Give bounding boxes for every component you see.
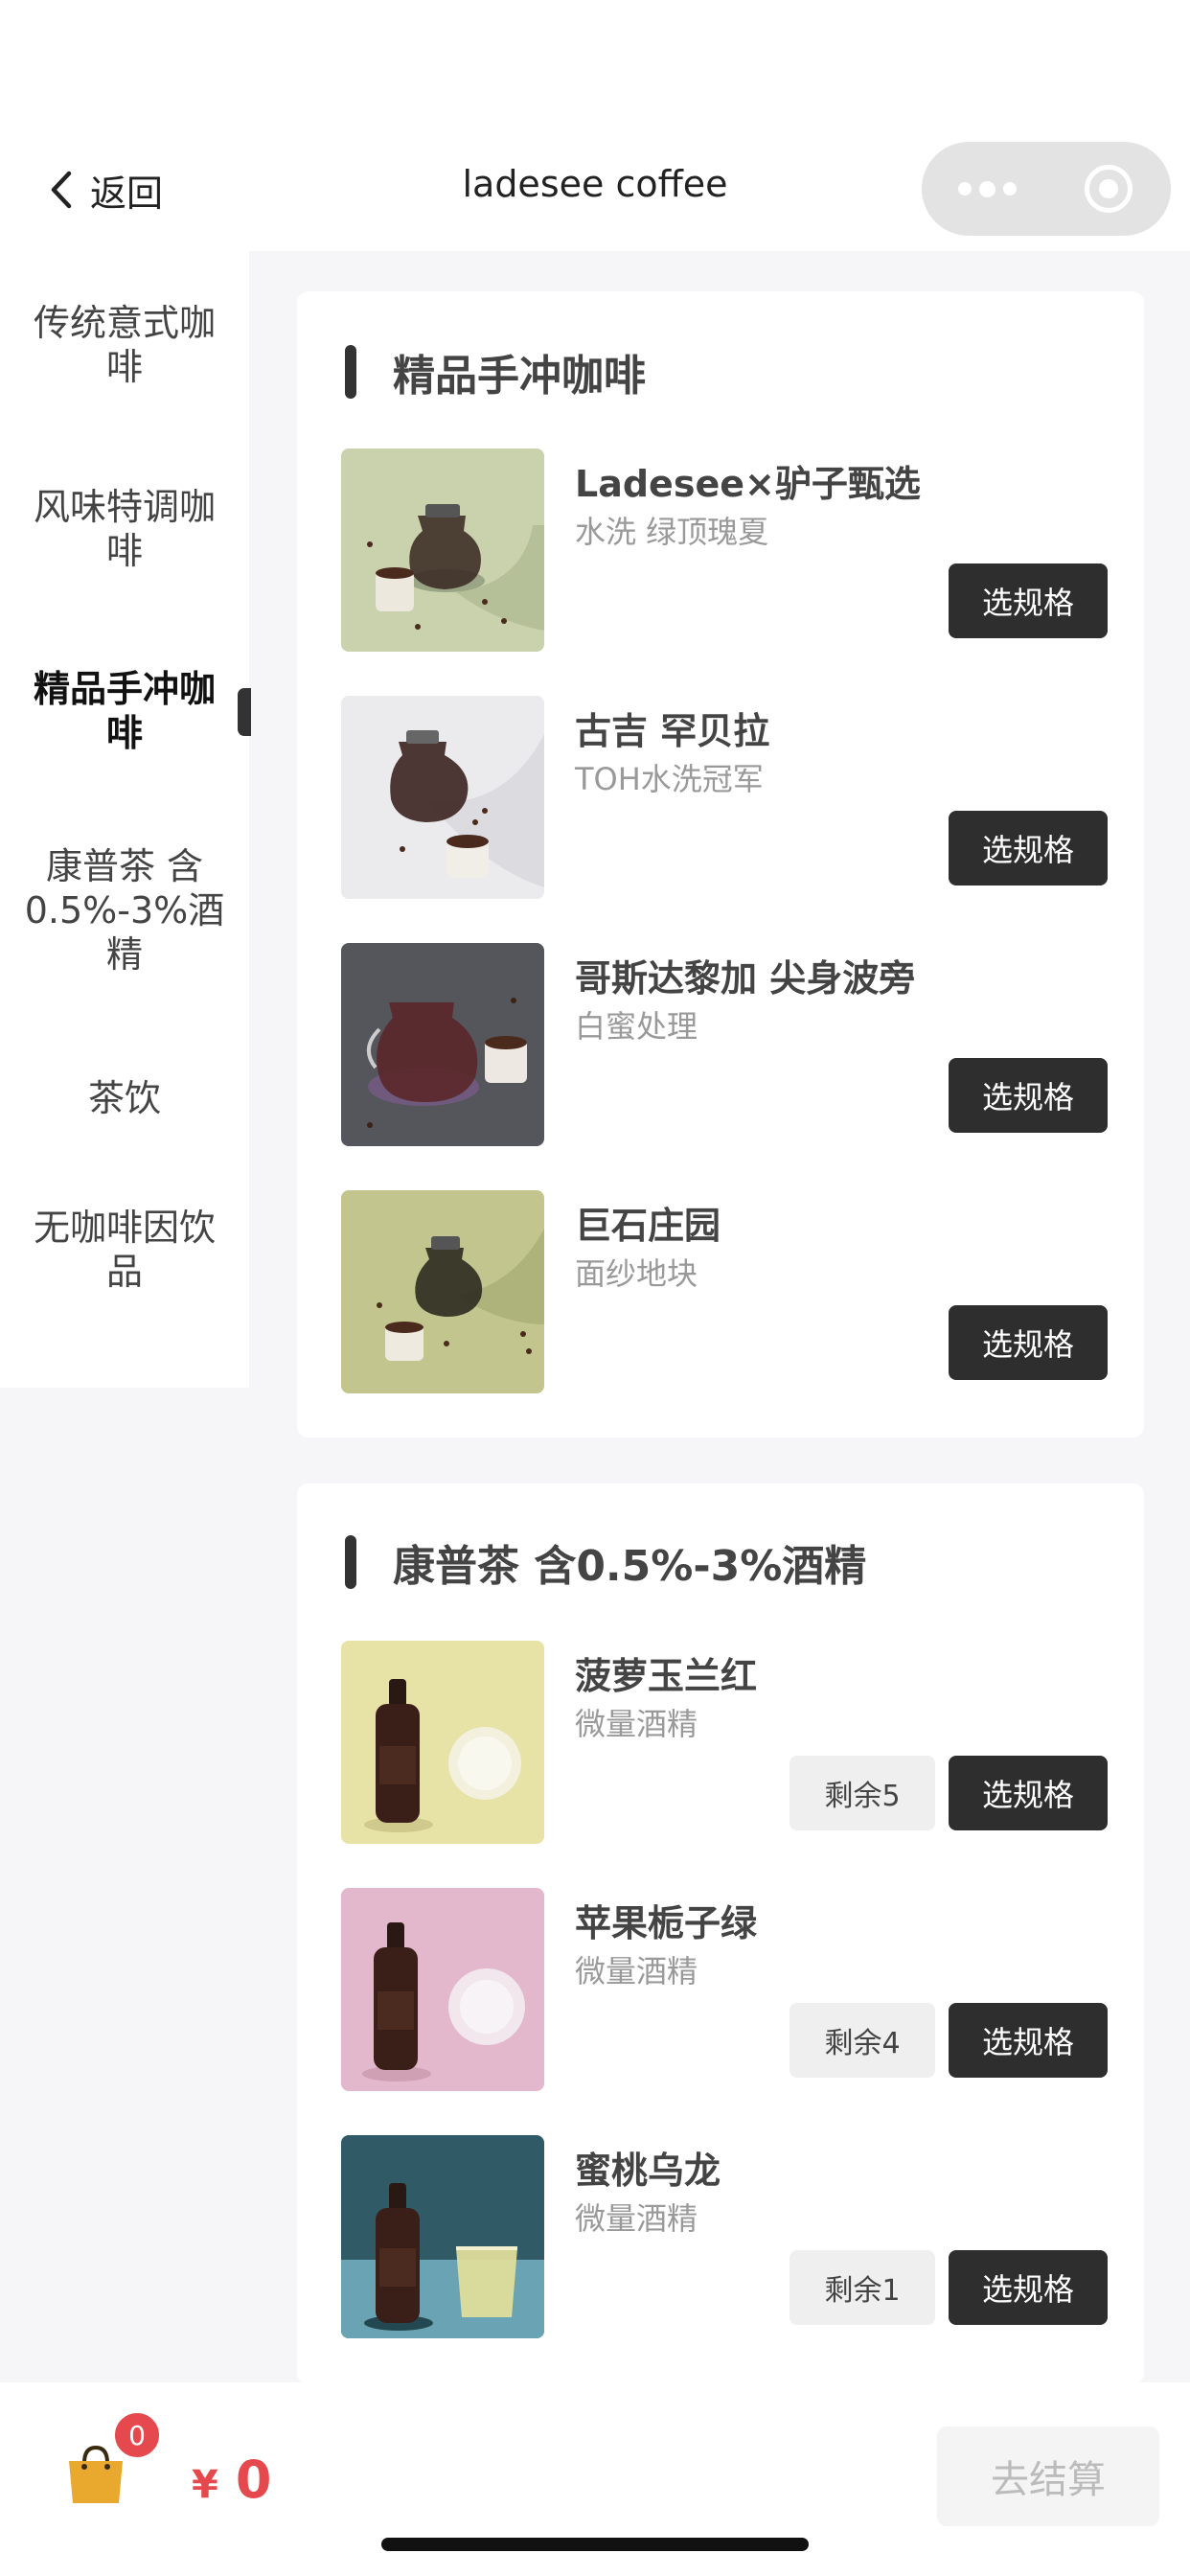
sidebar-item-pourover-coffee[interactable]: 精品手冲咖啡 — [0, 644, 249, 778]
currency-symbol: ¥ — [192, 2463, 218, 2507]
product-name: 巨石庄园 — [575, 1205, 721, 1247]
product-desc: 水洗 绿顶瑰夏 — [575, 514, 769, 550]
product-image — [341, 1190, 544, 1393]
product-name: 蜜桃乌龙 — [575, 2150, 721, 2192]
product-item[interactable]: 巨石庄园 面纱地块 选规格 — [341, 1190, 1108, 1393]
select-spec-button[interactable]: 选规格 — [949, 564, 1108, 638]
section-title: 精品手冲咖啡 — [345, 341, 646, 402]
section-title: 康普茶 含0.5%-3%酒精 — [345, 1531, 866, 1593]
category-sidebar: 传统意式咖啡 风味特调咖啡 精品手冲咖啡 康普茶 含0.5%-3%酒精 茶饮 无… — [0, 251, 251, 1388]
product-item[interactable]: 菠萝玉兰红 微量酒精 剩余5 选规格 — [341, 1641, 1108, 1844]
section-title-text: 精品手冲咖啡 — [393, 352, 646, 401]
more-icon[interactable] — [958, 142, 1017, 236]
select-spec-button[interactable]: 选规格 — [949, 1058, 1108, 1133]
sidebar-item-label: 传统意式咖啡 — [33, 302, 216, 388]
product-name: 苹果栀子绿 — [575, 1902, 758, 1944]
product-section-card: 精品手冲咖啡 Ladesee×驴子甄选 水洗 绿顶瑰夏 选规格 古吉 罕贝拉 T… — [297, 291, 1144, 1438]
stock-remaining-badge: 剩余1 — [790, 2250, 935, 2325]
product-image — [341, 2135, 544, 2338]
product-image — [341, 1641, 544, 1844]
close-target-icon[interactable] — [1085, 165, 1133, 213]
sidebar-item-label: 精品手冲咖啡 — [33, 668, 216, 754]
product-desc: 微量酒精 — [575, 1953, 698, 1990]
product-desc: 面纱地块 — [575, 1255, 698, 1292]
cart-bar: 0 ¥ 0 去结算 — [0, 2382, 1190, 2576]
top-navigation-bar: 返回 ladesee coffee — [0, 0, 1190, 251]
sidebar-item-label: 茶饮 — [87, 1077, 161, 1119]
product-image — [341, 1888, 544, 2091]
sidebar-item-label: 无咖啡因饮品 — [33, 1207, 216, 1293]
product-item[interactable]: 苹果栀子绿 微量酒精 剩余4 选规格 — [341, 1888, 1108, 2091]
product-image — [341, 943, 544, 1146]
cart-count-badge: 0 — [111, 2409, 163, 2461]
section-title-text: 康普茶 含0.5%-3%酒精 — [393, 1542, 867, 1591]
sidebar-item-label: 康普茶 含0.5%-3%酒精 — [24, 845, 225, 976]
miniprogram-capsule — [922, 142, 1171, 236]
sidebar-item-kombucha[interactable]: 康普茶 含0.5%-3%酒精 — [0, 824, 249, 997]
checkout-button[interactable]: 去结算 — [937, 2426, 1159, 2526]
product-desc: 微量酒精 — [575, 1706, 698, 1742]
product-item[interactable]: 哥斯达黎加 尖身波旁 白蜜处理 选规格 — [341, 943, 1108, 1146]
stock-remaining-badge: 剩余5 — [790, 1756, 935, 1830]
product-image — [341, 448, 544, 652]
product-image — [341, 696, 544, 899]
product-desc: TOH水洗冠军 — [575, 761, 764, 797]
total-amount: 0 — [235, 2450, 272, 2510]
cart-total: ¥ 0 — [192, 2450, 271, 2510]
select-spec-button[interactable]: 选规格 — [949, 2003, 1108, 2078]
product-desc: 微量酒精 — [575, 2200, 698, 2237]
select-spec-button[interactable]: 选规格 — [949, 1305, 1108, 1380]
product-desc: 白蜜处理 — [575, 1008, 698, 1045]
select-spec-button[interactable]: 选规格 — [949, 2250, 1108, 2325]
sidebar-item-decaf[interactable]: 无咖啡因饮品 — [0, 1183, 249, 1317]
product-name: Ladesee×驴子甄选 — [575, 463, 921, 505]
section-title-bar — [345, 345, 356, 399]
section-title-bar — [345, 1535, 356, 1589]
stock-remaining-badge: 剩余4 — [790, 2003, 935, 2078]
product-item[interactable]: 古吉 罕贝拉 TOH水洗冠军 选规格 — [341, 696, 1108, 899]
product-name: 古吉 罕贝拉 — [575, 710, 770, 752]
sidebar-item-tea[interactable]: 茶饮 — [0, 1050, 249, 1146]
select-spec-button[interactable]: 选规格 — [949, 811, 1108, 886]
product-name: 哥斯达黎加 尖身波旁 — [575, 957, 916, 1000]
product-section-card: 康普茶 含0.5%-3%酒精 菠萝玉兰红 微量酒精 剩余5 选规格 苹果栀子绿 … — [297, 1484, 1144, 2384]
product-item[interactable]: Ladesee×驴子甄选 水洗 绿顶瑰夏 选规格 — [341, 448, 1108, 652]
product-item[interactable]: 蜜桃乌龙 微量酒精 剩余1 选规格 — [341, 2135, 1108, 2338]
home-indicator — [381, 2538, 809, 2551]
product-name: 菠萝玉兰红 — [575, 1655, 758, 1697]
sidebar-item-traditional-espresso[interactable]: 传统意式咖啡 — [0, 278, 249, 412]
active-category-indicator — [238, 688, 251, 736]
sidebar-item-flavored-coffee[interactable]: 风味特调咖啡 — [0, 462, 249, 596]
select-spec-button[interactable]: 选规格 — [949, 1756, 1108, 1830]
sidebar-item-label: 风味特调咖啡 — [33, 486, 216, 572]
